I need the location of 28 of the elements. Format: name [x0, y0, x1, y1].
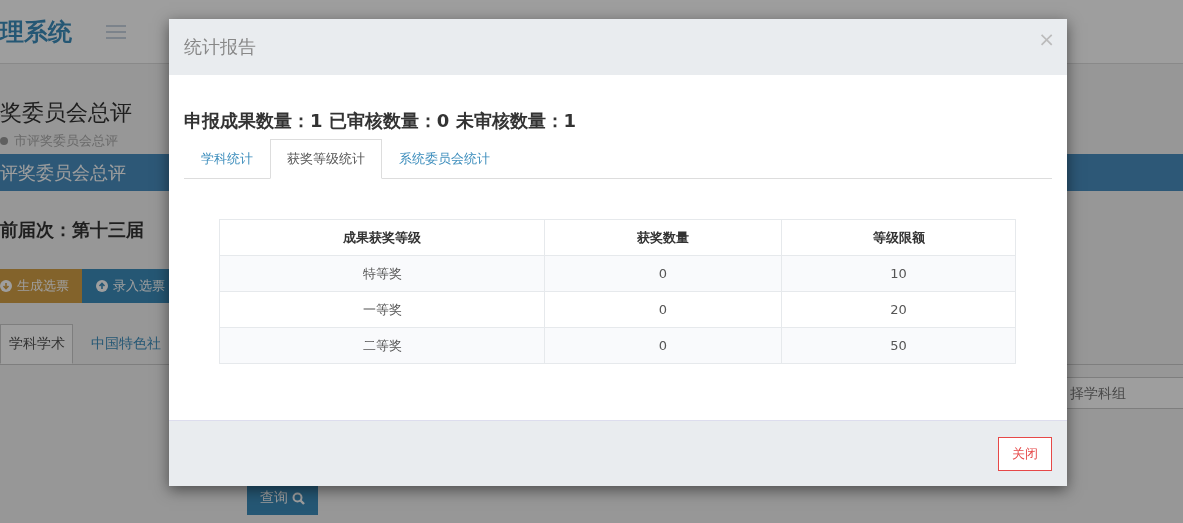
close-button[interactable]: 关闭 [998, 436, 1052, 471]
section-tab[interactable]: 学科学术 [0, 324, 73, 364]
session-heading: 前届次：第十三届 [0, 218, 144, 242]
up-arrow-icon [96, 280, 108, 292]
down-arrow-icon [0, 280, 12, 292]
stats-tab[interactable]: 获奖等级统计 [270, 139, 382, 179]
column-header: 成果获奖等级 [219, 219, 545, 256]
table-cell: 二等奖 [219, 327, 545, 364]
app-logo: 理系统 [0, 16, 72, 48]
column-header: 获奖数量 [544, 219, 782, 256]
summary-text: 申报成果数量：1 已审核数量：0 未审核数量：1 [184, 109, 578, 133]
close-button[interactable]: × [1038, 27, 1055, 51]
search-icon [292, 491, 305, 505]
table-cell: 0 [544, 255, 782, 292]
table-cell: 50 [781, 327, 1016, 364]
menu-icon[interactable] [106, 23, 126, 40]
table-cell: 一等奖 [219, 291, 545, 328]
table-cell: 10 [781, 255, 1016, 292]
dot-icon [0, 137, 8, 145]
table-cell: 0 [544, 291, 782, 328]
table-cell: 20 [781, 291, 1016, 328]
page-title: 奖委员会总评 [0, 99, 132, 127]
table-cell: 特等奖 [219, 255, 545, 292]
column-header: 等级限额 [781, 219, 1016, 256]
dialog-title: 统计报告 [184, 35, 256, 59]
action-button[interactable]: 生成选票 [0, 269, 82, 303]
section-tab[interactable]: 中国特色社 [73, 324, 179, 364]
table-cell: 0 [544, 327, 782, 364]
